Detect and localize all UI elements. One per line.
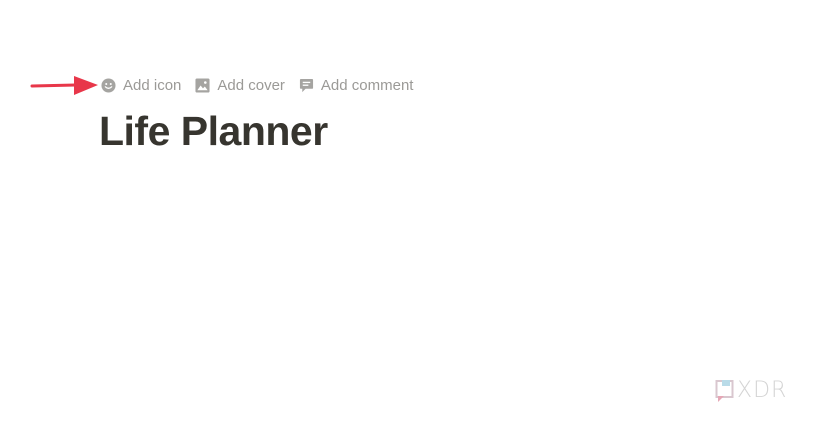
watermark-text: XDR — [737, 378, 788, 403]
add-icon-label: Add icon — [123, 76, 182, 94]
notion-page: Add icon Add cover Add comment Life Plan… — [0, 0, 825, 436]
add-comment-label: Add comment — [320, 76, 414, 94]
add-icon-button[interactable]: Add icon — [101, 77, 181, 94]
add-comment-button[interactable]: Add comment — [299, 76, 414, 94]
smiley-icon — [101, 77, 116, 93]
image-icon — [195, 77, 210, 93]
annotation-arrow — [30, 76, 98, 95]
add-cover-label: Add cover — [217, 76, 285, 94]
xda-watermark: XDR — [715, 378, 787, 403]
page-actions-bar: Add icon Add cover Add comment — [101, 74, 413, 96]
page-title[interactable]: Life Planner — [99, 107, 328, 156]
add-cover-button[interactable]: Add cover — [195, 77, 285, 94]
comment-icon — [299, 78, 313, 92]
xda-logo — [715, 379, 734, 402]
